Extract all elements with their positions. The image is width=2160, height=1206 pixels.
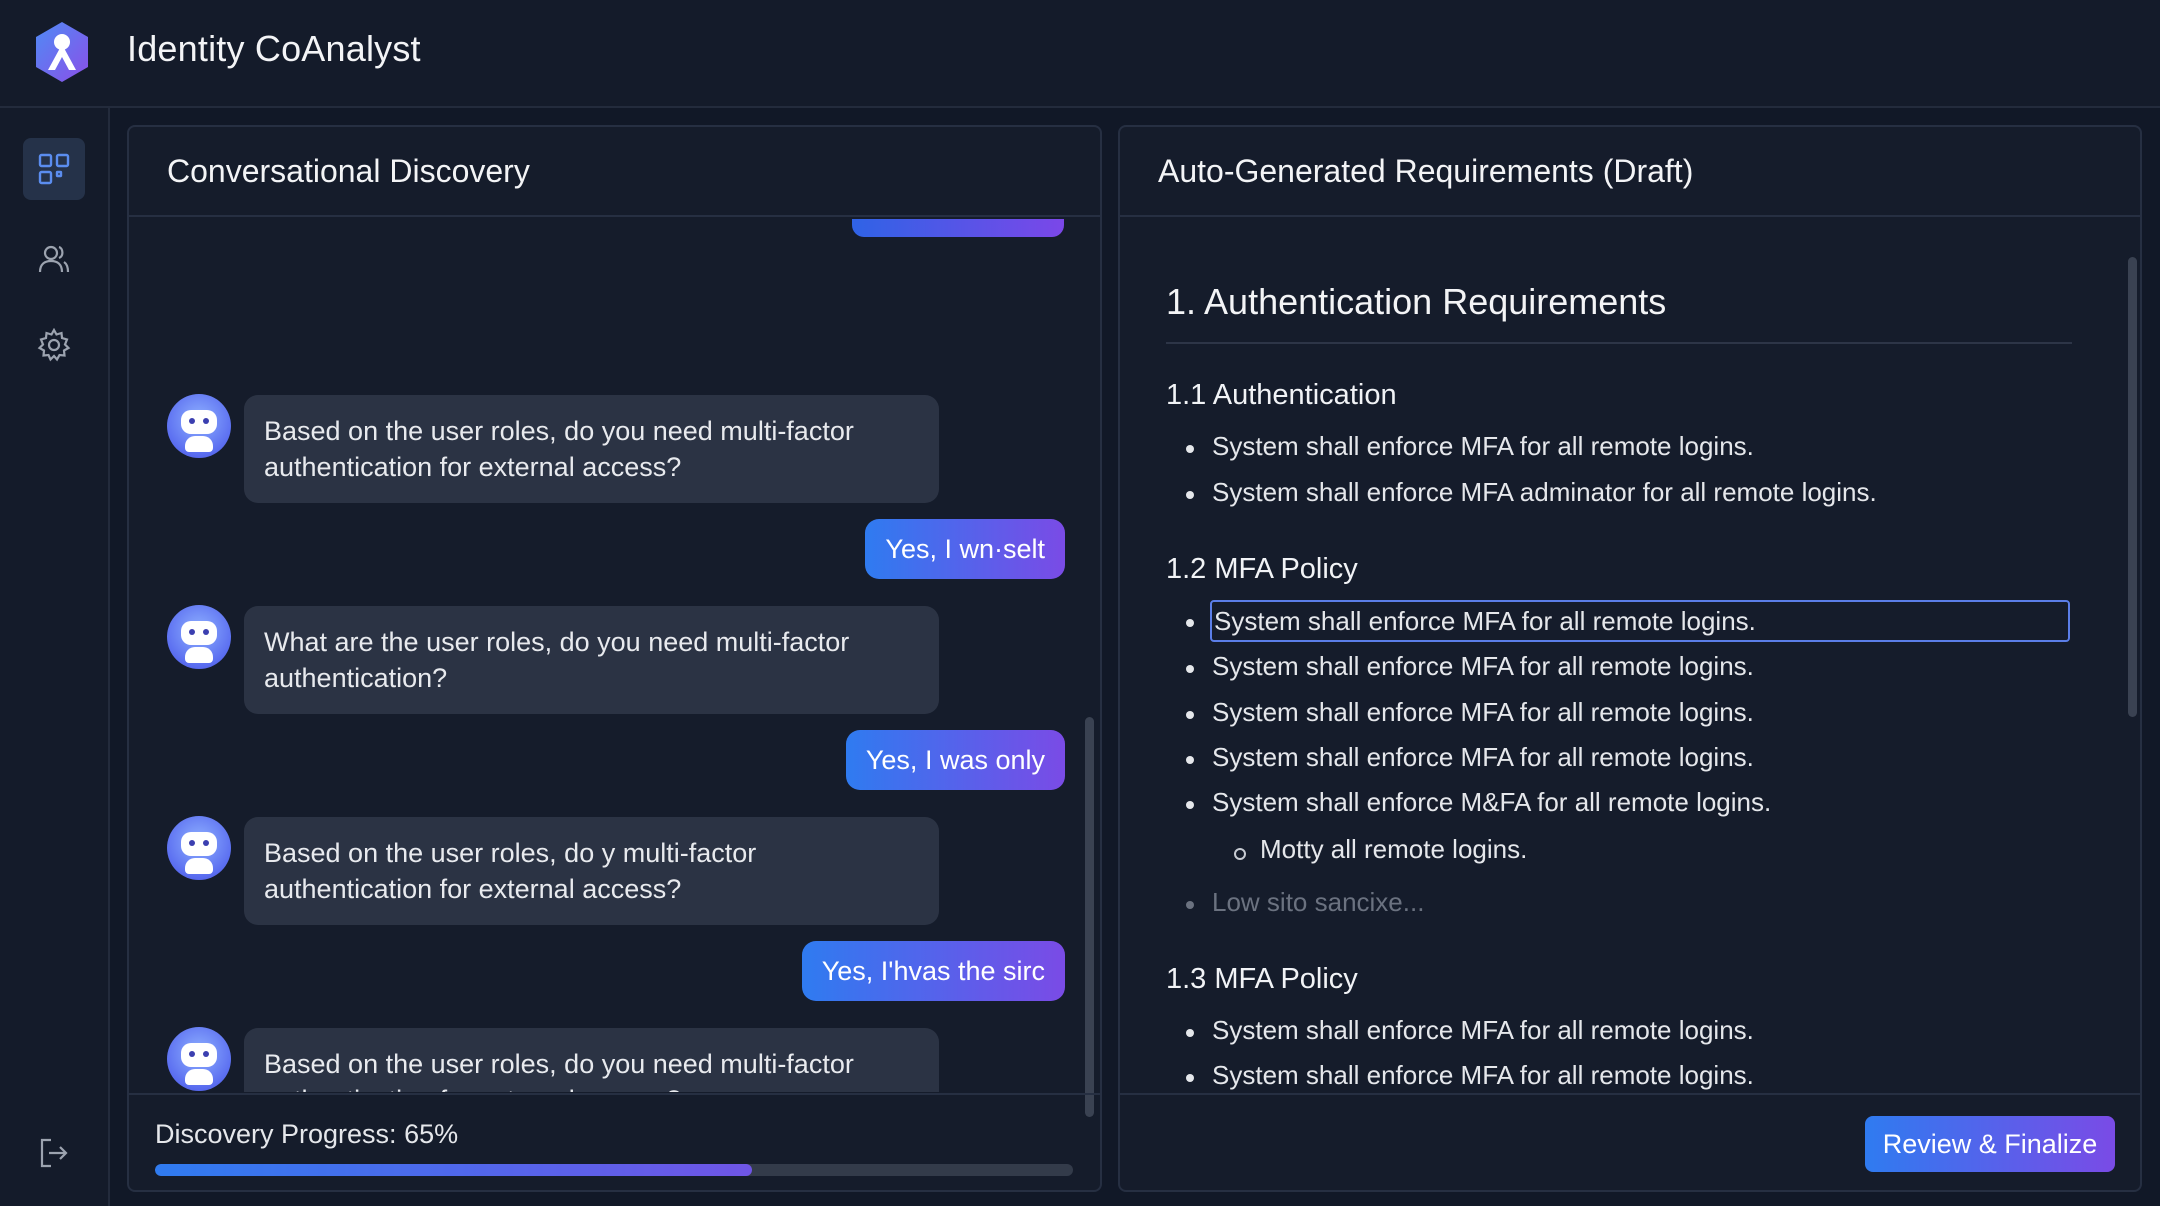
requirement-item[interactable]: System shall enforce MFA adminator for a… bbox=[1186, 477, 1877, 508]
requirements-panel-header: Auto-Generated Requirements (Draft) bbox=[1120, 127, 2140, 217]
requirement-item[interactable]: System shall enforce MFA for all remote … bbox=[1186, 431, 1754, 462]
discovery-panel: Conversational Discovery Based on the us… bbox=[127, 125, 1102, 1192]
bot-avatar bbox=[167, 605, 231, 669]
top-bar: Identity CoAnalyst bbox=[0, 0, 2160, 108]
bot-avatar bbox=[167, 394, 231, 458]
user-message-partial bbox=[852, 219, 1064, 237]
app-logo-icon bbox=[36, 22, 88, 82]
bot-message: Based on the user roles, do you need mul… bbox=[244, 395, 939, 503]
sidebar bbox=[0, 108, 110, 1206]
user-message: Yes, I was only bbox=[845, 730, 1065, 790]
requirement-item[interactable]: System shall enforce MFA for all remote … bbox=[1186, 651, 1754, 682]
requirement-item[interactable]: System shall enforce M&FA for all remote… bbox=[1185, 787, 1771, 818]
requirement-item[interactable]: System shall enforce MFA for all remote … bbox=[1186, 697, 1754, 728]
document-heading: 1. Authentication Requirements bbox=[1166, 281, 1667, 322]
bot-message: Based on the user roles, do y multi-fact… bbox=[244, 817, 939, 925]
progress-bar bbox=[155, 1164, 1073, 1176]
bot-message: What are the user roles, do you need mul… bbox=[244, 606, 939, 714]
chat-scrollbar[interactable] bbox=[1085, 717, 1094, 1117]
requirement-sub-item[interactable]: Motty all remote logins. bbox=[1233, 834, 1527, 865]
requirements-panel-title: Auto-Generated Requirements (Draft) bbox=[1158, 153, 1694, 189]
dashboard-icon bbox=[38, 153, 70, 185]
app-title: Identity CoAnalyst bbox=[127, 28, 421, 69]
progress-label: Discovery Progress: 65% bbox=[155, 1119, 459, 1149]
discovery-panel-header: Conversational Discovery bbox=[129, 127, 1100, 217]
users-icon bbox=[38, 245, 70, 273]
requirements-footer: Review & Finalize bbox=[1120, 1093, 2140, 1190]
user-message: Yes, I wn·selt bbox=[865, 519, 1065, 579]
sidebar-item-settings[interactable] bbox=[23, 314, 85, 376]
gear-icon bbox=[37, 328, 71, 362]
section-heading: 1.2 MFA Policy bbox=[1166, 553, 1358, 585]
requirement-item[interactable]: System shall enforce MFA for all remote … bbox=[1186, 1060, 1754, 1091]
section-heading: 1.1 Authentication bbox=[1166, 379, 1397, 411]
review-finalize-button[interactable]: Review & Finalize bbox=[1865, 1116, 2115, 1172]
section-heading: 1.3 MFA Policy bbox=[1166, 963, 1358, 995]
sidebar-item-logout[interactable] bbox=[23, 1122, 85, 1184]
requirements-document[interactable]: 1. Authentication Requirements 1.1 Authe… bbox=[1120, 219, 2140, 1092]
requirements-scrollbar[interactable] bbox=[2128, 257, 2137, 717]
sidebar-item-users[interactable] bbox=[23, 228, 85, 290]
bot-message: Based on the user roles, do you need mul… bbox=[244, 1028, 939, 1092]
requirement-item[interactable]: System shall enforce MFA for all remote … bbox=[1186, 1015, 1754, 1046]
bot-avatar bbox=[167, 1027, 231, 1091]
bot-avatar bbox=[167, 816, 231, 880]
chat-messages[interactable]: Based on the user roles, do you need mul… bbox=[129, 219, 1100, 1092]
heading-divider bbox=[1166, 342, 2072, 344]
requirement-edit-field[interactable] bbox=[1210, 600, 2070, 642]
sidebar-item-dashboard[interactable] bbox=[23, 138, 85, 200]
user-message: Yes, I'hvas the sirc bbox=[801, 941, 1065, 1001]
progress-bar-fill bbox=[155, 1164, 752, 1176]
discovery-panel-title: Conversational Discovery bbox=[167, 153, 530, 189]
logout-icon bbox=[40, 1138, 68, 1168]
discovery-progress: Discovery Progress: 65% bbox=[129, 1093, 1100, 1190]
requirements-panel: Auto-Generated Requirements (Draft) 1. A… bbox=[1118, 125, 2142, 1192]
requirement-item[interactable]: System shall enforce MFA for all remote … bbox=[1186, 742, 1754, 773]
requirement-item-generating: Low sito sancixe... bbox=[1185, 887, 1425, 917]
